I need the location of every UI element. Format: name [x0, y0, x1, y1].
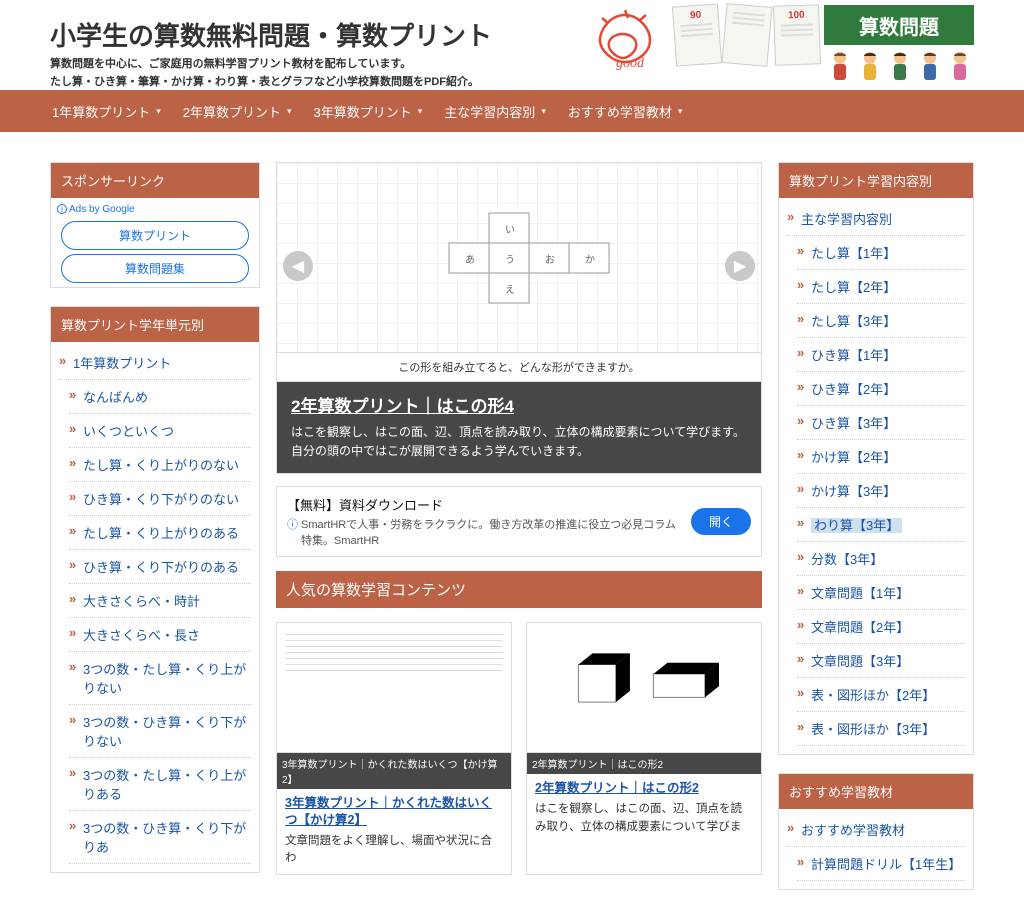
test-paper-icon: 100 [773, 4, 821, 66]
nav-item-grade1[interactable]: 1年算数プリント [52, 102, 161, 121]
topics-box: 算数プリント学習内容別 主な学習内容別 たし算【1年】たし算【2年】たし算【3年… [778, 162, 974, 755]
recommend-list: おすすめ学習教材 計算問題ドリル【1年生】 [779, 809, 973, 889]
topic-link[interactable]: 文章問題【2年】 [797, 610, 965, 644]
nav-item-by-topic[interactable]: 主な学習内容別 [444, 102, 546, 121]
unit-link[interactable]: ひき算・くり下がりのある [69, 550, 251, 584]
slider-image: あ い う え お か ◀ ▶ [277, 163, 761, 353]
popular-card[interactable]: 3年算数プリント｜かくれた数はいくつ【かけ算2】 3年算数プリント｜かくれた数は… [276, 622, 512, 874]
slider-next-button[interactable]: ▶ [725, 251, 755, 281]
svg-text:あ: あ [465, 254, 475, 266]
card-thumb [277, 623, 511, 753]
nav-item-recommended[interactable]: おすすめ学習教材 [568, 102, 683, 121]
card-bar: 2年算数プリント｜はこの形2 [527, 753, 761, 774]
recommend-link[interactable]: 計算問題ドリル【1年生】 [797, 847, 965, 881]
topics-title: 算数プリント学習内容別 [779, 163, 973, 198]
unit-link[interactable]: 大きさくらべ・時計 [69, 584, 251, 618]
inline-ad-headline: 【無料】資料ダウンロード [287, 495, 683, 514]
topic-link[interactable]: 分数【3年】 [797, 542, 965, 576]
topic-link[interactable]: ひき算【2年】 [797, 372, 965, 406]
topic-link[interactable]: ひき算【3年】 [797, 406, 965, 440]
good-scribble-icon: good [580, 5, 670, 75]
topic-link[interactable]: 表・図形ほか【2年】 [797, 678, 965, 712]
sponsor-box: スポンサーリンク iAds by Google 算数プリント 算数問題集 [50, 162, 260, 288]
card-desc: はこを観察し、はこの面、辺、頂点を読み取り、立体の構成要素について学びま [535, 801, 753, 836]
units-title: 算数プリント学年単元別 [51, 307, 259, 342]
inline-ad-open-button[interactable]: 開く [691, 508, 751, 535]
ads-by-google[interactable]: iAds by Google [51, 198, 259, 217]
unit-link[interactable]: なんばんめ [69, 380, 251, 414]
unit-link[interactable]: 3つの数・ひき算・くり下がりない [69, 705, 251, 758]
left-sidebar: スポンサーリンク iAds by Google 算数プリント 算数問題集 算数プ… [50, 162, 260, 908]
nav-item-grade2[interactable]: 2年算数プリント [183, 102, 292, 121]
topic-link[interactable]: かけ算【2年】 [797, 440, 965, 474]
topic-link[interactable]: ひき算【1年】 [797, 338, 965, 372]
popular-title: 人気の算数学習コンテンツ [276, 571, 762, 608]
site-header: 小学生の算数無料問題・算数プリント 算数問題を中心に、ご家庭用の無料学習プリント… [0, 0, 1024, 90]
topics-top-link[interactable]: 主な学習内容別 [787, 202, 965, 236]
main-nav: 1年算数プリント 2年算数プリント 3年算数プリント 主な学習内容別 おすすめ学… [0, 90, 1024, 132]
popular-cards: 3年算数プリント｜かくれた数はいくつ【かけ算2】 3年算数プリント｜かくれた数は… [276, 622, 762, 874]
box-net-icon: あ い う え お か [409, 203, 629, 313]
topic-link[interactable]: 表・図形ほか【3年】 [797, 712, 965, 746]
svg-text:good: good [616, 56, 645, 71]
topic-link[interactable]: たし算【1年】 [797, 236, 965, 270]
svg-text:う: う [505, 254, 515, 266]
unit-link[interactable]: たし算・くり上がりのある [69, 516, 251, 550]
svg-text:え: え [505, 284, 515, 296]
slider-title[interactable]: 2年算数プリント｜はこの形4 [291, 392, 747, 417]
box-shapes-icon [569, 643, 719, 733]
topic-link[interactable]: 文章問題【1年】 [797, 576, 965, 610]
test-paper-icon [721, 3, 772, 67]
card-bar: 3年算数プリント｜かくれた数はいくつ【かけ算2】 [277, 753, 511, 789]
card-title[interactable]: 3年算数プリント｜かくれた数はいくつ【かけ算2】 [285, 795, 503, 829]
main-column: あ い う え お か ◀ ▶ この形を組み立てると、どんな形ができますか。 2… [276, 162, 762, 908]
topic-link[interactable]: 文章問題【3年】 [797, 644, 965, 678]
slider-caption: この形を組み立てると、どんな形ができますか。 [277, 353, 761, 382]
units-box: 算数プリント学年単元別 1年算数プリント なんばんめ いくつといくつ たし算・く… [50, 306, 260, 873]
card-desc: 文章問題をよく理解し、場面や状況に合わ [285, 833, 503, 868]
svg-text:お: お [545, 254, 555, 266]
green-subject-badge: 算数問題 [824, 5, 974, 45]
sponsor-title: スポンサーリンク [51, 163, 259, 198]
slider-overlay: 2年算数プリント｜はこの形4 はこを観察し、はこの面、辺、頂点を読み取り、立体の… [277, 382, 761, 473]
topic-link[interactable]: かけ算【3年】 [797, 474, 965, 508]
recommend-title: おすすめ学習教材 [779, 774, 973, 809]
unit-link[interactable]: 3つの数・ひき算・くり下がりあ [69, 811, 251, 864]
kids-illustration [826, 48, 974, 82]
inline-ad[interactable]: 【無料】資料ダウンロード ⓘSmartHRで人事・労務をラクラクに。働き方改革の… [276, 486, 762, 557]
ad-info-icon[interactable]: ⓘ [287, 516, 298, 548]
card-title[interactable]: 2年算数プリント｜はこの形2 [535, 780, 753, 797]
unit-link[interactable]: ひき算・くり下がりのない [69, 482, 251, 516]
test-paper-icon: 90 [672, 3, 722, 66]
recommend-top-link[interactable]: おすすめ学習教材 [787, 813, 965, 847]
svg-text:い: い [505, 225, 515, 236]
slider-desc: はこを観察し、はこの面、辺、頂点を読み取り、立体の構成要素について学びます。自分… [291, 423, 747, 461]
popular-card[interactable]: 2年算数プリント｜はこの形2 2年算数プリント｜はこの形2 はこを観察し、はこの… [526, 622, 762, 874]
units-top-link[interactable]: 1年算数プリント [59, 346, 251, 380]
inline-ad-sub: SmartHRで人事・労務をラクラクに。働き方改革の推進に役立つ必見コラム特集。… [301, 516, 683, 548]
unit-link[interactable]: 3つの数・たし算・くり上がりない [69, 652, 251, 705]
topic-link[interactable]: たし算【3年】 [797, 304, 965, 338]
right-sidebar: 算数プリント学習内容別 主な学習内容別 たし算【1年】たし算【2年】たし算【3年… [778, 162, 974, 908]
nav-item-grade3[interactable]: 3年算数プリント [314, 102, 423, 121]
topic-link[interactable]: わり算【3年】 [797, 508, 965, 542]
ad-link[interactable]: 算数プリント [61, 221, 249, 250]
unit-link[interactable]: 大きさくらべ・長さ [69, 618, 251, 652]
unit-link[interactable]: たし算・くり上がりのない [69, 448, 251, 482]
featured-slider: あ い う え お か ◀ ▶ この形を組み立てると、どんな形ができますか。 2… [276, 162, 762, 474]
unit-link[interactable]: 3つの数・たし算・くり上がりある [69, 758, 251, 811]
slider-prev-button[interactable]: ◀ [283, 251, 313, 281]
unit-link[interactable]: いくつといくつ [69, 414, 251, 448]
ad-link[interactable]: 算数問題集 [61, 254, 249, 283]
topic-link[interactable]: たし算【2年】 [797, 270, 965, 304]
recommend-box: おすすめ学習教材 おすすめ学習教材 計算問題ドリル【1年生】 [778, 773, 974, 890]
units-list: 1年算数プリント なんばんめ いくつといくつ たし算・くり上がりのない ひき算・… [51, 342, 259, 872]
svg-text:か: か [585, 254, 595, 266]
topics-list: 主な学習内容別 たし算【1年】たし算【2年】たし算【3年】ひき算【1年】ひき算【… [779, 198, 973, 754]
card-thumb [527, 623, 761, 753]
